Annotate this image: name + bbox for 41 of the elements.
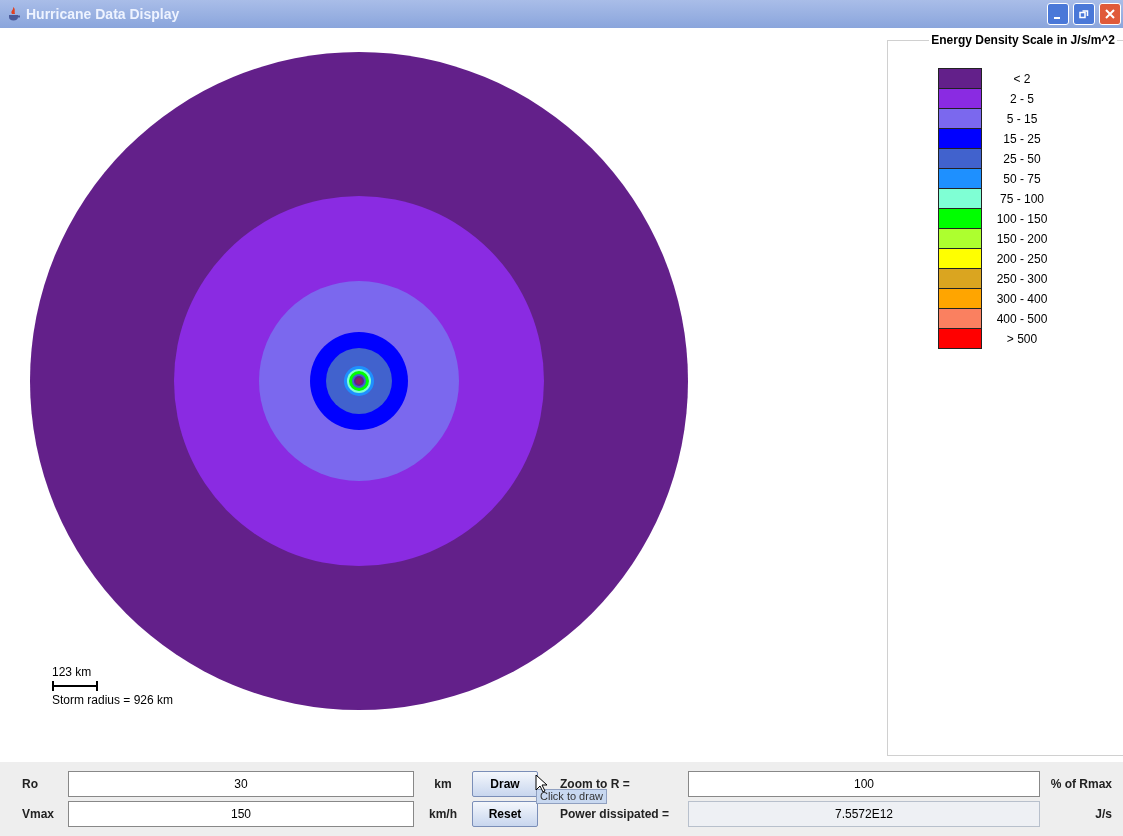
legend-label: 2 - 5: [1009, 92, 1035, 106]
restore-icon: [1079, 9, 1089, 19]
legend-label: 400 - 500: [995, 312, 1049, 326]
minimize-icon: [1053, 16, 1060, 19]
window-title: Hurricane Data Display: [26, 6, 180, 22]
vmax-label: Vmax: [22, 807, 56, 821]
vmax-field[interactable]: 150: [68, 801, 414, 827]
reset-button[interactable]: Reset: [472, 801, 538, 827]
storm-radius-text: Storm radius = 926 km: [52, 693, 174, 707]
ro-label: Ro: [22, 777, 39, 791]
power-unit: J/s: [1094, 807, 1112, 821]
legend-label: < 2: [1012, 72, 1032, 86]
legend-label: 200 - 250: [995, 252, 1049, 266]
zoom-unit: % of Rmax: [1049, 777, 1112, 791]
close-button[interactable]: [1099, 3, 1121, 25]
tooltip: Click to draw: [536, 789, 607, 804]
cup-icon: [6, 6, 22, 22]
legend-label: 250 - 300: [995, 272, 1049, 286]
scale-bar: [52, 681, 98, 691]
legend-label: 25 - 50: [1002, 152, 1042, 166]
minimize-button[interactable]: [1047, 3, 1069, 25]
power-label: Power dissipated =: [560, 807, 671, 821]
ro-unit: km: [433, 777, 453, 791]
draw-button[interactable]: Draw: [472, 771, 538, 797]
vmax-unit: km/h: [428, 807, 458, 821]
legend-label: > 500: [1005, 332, 1039, 346]
zoom-field[interactable]: 100: [688, 771, 1040, 797]
legend-label: 100 - 150: [995, 212, 1049, 226]
legend-label: 75 - 100: [998, 192, 1045, 206]
legend-title: Energy Density Scale in J/s/m^2: [929, 33, 1117, 47]
cursor-icon: [535, 774, 547, 793]
close-icon: [1104, 8, 1116, 20]
ro-field[interactable]: 30: [68, 771, 414, 797]
legend-label: 50 - 75: [1002, 172, 1042, 186]
legend-label: 5 - 15: [1005, 112, 1039, 126]
zoom-label: Zoom to R =: [560, 777, 631, 791]
legend-label: 15 - 25: [1002, 132, 1042, 146]
scale-label: 123 km: [52, 665, 93, 679]
legend-label: 300 - 400: [995, 292, 1049, 306]
legend-label: 150 - 200: [995, 232, 1049, 246]
restore-button[interactable]: [1073, 3, 1095, 25]
